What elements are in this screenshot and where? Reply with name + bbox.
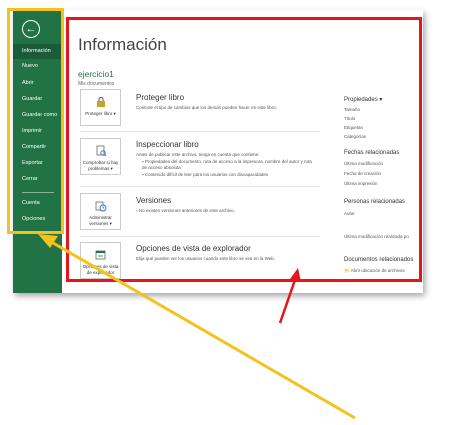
yellow-arrowhead <box>38 234 58 248</box>
annotation-arrows <box>38 234 356 420</box>
red-arrow-line <box>278 276 298 324</box>
yellow-arrow-line <box>47 238 356 420</box>
red-arrowhead <box>290 268 301 282</box>
